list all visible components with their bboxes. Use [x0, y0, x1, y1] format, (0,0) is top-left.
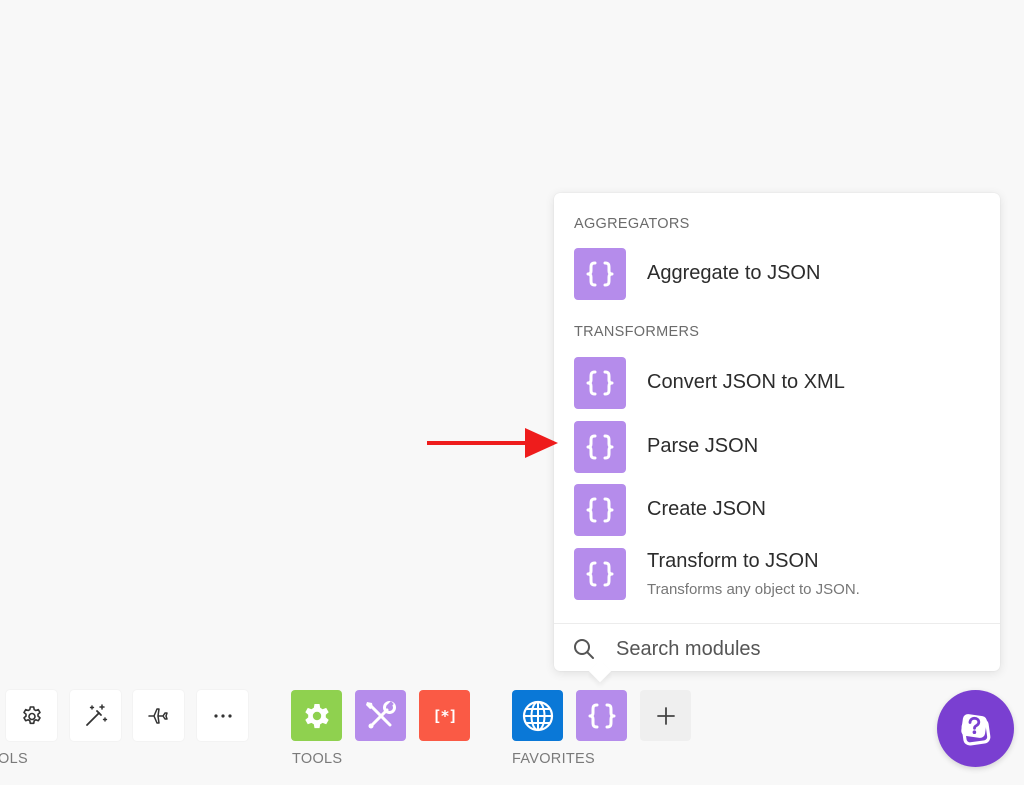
- module-item-label: Create JSON: [647, 498, 766, 520]
- group-label-favorites: FAVORITES: [512, 751, 596, 767]
- magic-button[interactable]: [70, 690, 121, 741]
- arrow-icon: [427, 428, 558, 458]
- curly-braces-icon: [574, 357, 626, 409]
- module-item-description: Transforms any object to JSON.: [647, 581, 860, 598]
- curly-braces-icon: [574, 248, 626, 300]
- tools-button[interactable]: [355, 690, 406, 741]
- help-button[interactable]: [937, 690, 1014, 767]
- airplane-icon: [147, 707, 168, 724]
- more-icon: [213, 713, 232, 718]
- flow-control-button[interactable]: [291, 690, 342, 741]
- module-item-transform-to-json[interactable]: Transform to JSON Transforms any object …: [574, 548, 980, 600]
- module-item-label: Parse JSON: [647, 435, 759, 457]
- module-item-convert-json-to-xml[interactable]: Convert JSON to XML: [574, 357, 980, 409]
- module-item-label: Convert JSON to XML: [647, 371, 845, 393]
- globe-icon: [522, 700, 553, 731]
- search-icon: [574, 639, 594, 659]
- plus-icon: [656, 706, 675, 725]
- json-button[interactable]: [576, 690, 627, 741]
- section-title-transformers: TRANSFORMERS: [574, 324, 700, 340]
- section-title-aggregators: AGGREGATORS: [574, 216, 690, 232]
- search-divider: [554, 623, 1000, 624]
- search-modules-input[interactable]: [614, 633, 968, 665]
- module-picker-popup: AGGREGATORS Aggregate to JSON TRANSFORME…: [554, 193, 1000, 671]
- module-item-label: Transform to JSON: [647, 550, 819, 572]
- tools-gear-icon: [304, 703, 329, 728]
- curly-braces-icon: [588, 703, 615, 728]
- http-button[interactable]: [512, 690, 563, 741]
- help-icon: [960, 713, 990, 746]
- magic-wand-icon: [85, 703, 107, 726]
- curly-braces-icon: [574, 548, 626, 600]
- module-item-aggregate-to-json[interactable]: Aggregate to JSON: [574, 248, 980, 300]
- text-parser-icon: [*]: [432, 706, 457, 725]
- tools-wrench-icon: [365, 700, 396, 728]
- gear-icon: [22, 705, 41, 724]
- module-item-create-json[interactable]: Create JSON: [574, 484, 980, 536]
- settings-button[interactable]: [6, 690, 57, 741]
- group-label-tools: TOOLS: [292, 751, 343, 767]
- group-label-tools-truncated: OLS: [0, 751, 28, 767]
- curly-braces-icon: [574, 484, 626, 536]
- search-row: [572, 633, 982, 665]
- more-button[interactable]: [197, 690, 248, 741]
- module-item-parse-json[interactable]: Parse JSON: [574, 421, 980, 473]
- text-parser-button[interactable]: [*]: [419, 690, 470, 741]
- airplane-button[interactable]: [133, 690, 184, 741]
- module-item-label: Aggregate to JSON: [647, 262, 821, 284]
- curly-braces-icon: [574, 421, 626, 473]
- add-favorite-button[interactable]: [640, 690, 691, 741]
